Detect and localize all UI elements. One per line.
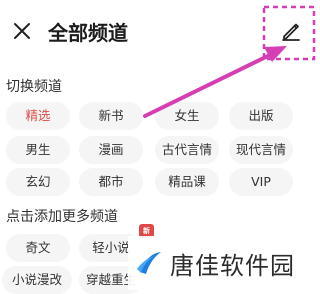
page-title: 全部频道 [48, 21, 128, 45]
close-icon [13, 22, 31, 44]
channel-chip-manhua[interactable]: 漫画 [79, 136, 143, 164]
channel-chip-xinshu[interactable]: 新书 [79, 102, 143, 130]
channel-chip-vip[interactable]: VIP [229, 168, 293, 196]
channel-chip-gudai-yanqing[interactable]: 古代言情 [155, 136, 219, 164]
switch-channels-header: 切换频道 [6, 79, 62, 95]
logo-swoosh-icon [134, 248, 164, 278]
close-button[interactable] [8, 19, 36, 47]
channel-chip-jingxuan[interactable]: 精选 [6, 102, 70, 130]
watermark: 唐佳软件园 [128, 236, 320, 290]
watermark-text: 唐佳软件园 [170, 251, 295, 280]
pencil-icon [281, 21, 301, 45]
channel-chip-jingpinke[interactable]: 精品课 [155, 168, 219, 196]
edit-button[interactable] [277, 19, 305, 47]
channel-chip-xiandai-yanqing[interactable]: 现代言情 [229, 136, 293, 164]
add-chip-qiwen[interactable]: 奇文 [6, 234, 70, 262]
channel-chip-xuanhuan[interactable]: 玄幻 [6, 168, 70, 196]
channel-chip-chuban[interactable]: 出版 [229, 102, 293, 130]
channel-chip-dushi[interactable]: 都市 [79, 168, 143, 196]
add-channels-header: 点击添加更多频道 [6, 209, 118, 225]
channel-chip-nvsheng[interactable]: 女生 [155, 102, 219, 130]
channel-chip-nansheng[interactable]: 男生 [6, 136, 70, 164]
